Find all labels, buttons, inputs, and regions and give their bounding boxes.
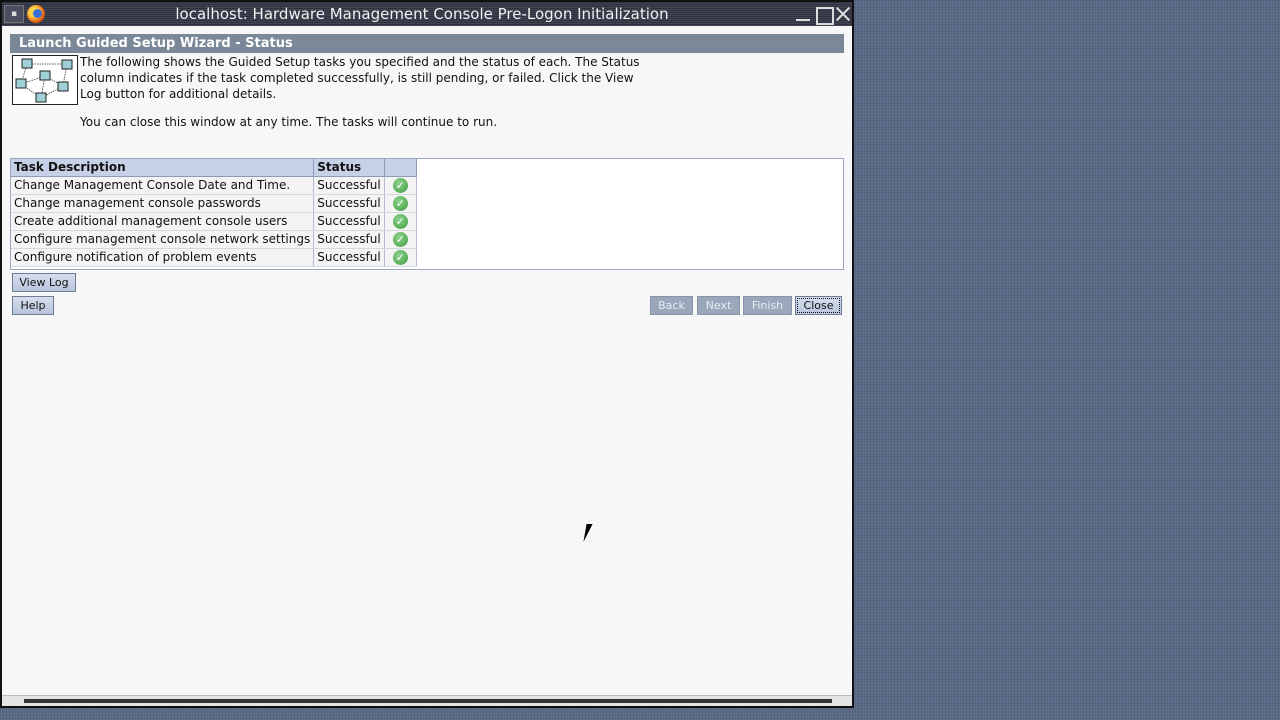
task-table: Task Description Status Change Managemen… bbox=[11, 159, 417, 267]
finish-button[interactable]: Finish bbox=[743, 296, 792, 315]
back-button[interactable]: Back bbox=[650, 296, 693, 315]
maximize-button[interactable] bbox=[814, 5, 834, 25]
task-description: Create additional management console use… bbox=[11, 212, 315, 231]
task-status: Successful bbox=[313, 212, 385, 231]
check-icon: ✓ bbox=[392, 195, 408, 211]
next-button[interactable]: Next bbox=[697, 296, 740, 315]
task-description: Configure notification of problem events bbox=[11, 248, 315, 267]
column-header-task[interactable]: Task Description bbox=[11, 159, 315, 177]
table-row[interactable]: Create additional management console use… bbox=[11, 212, 417, 231]
title-bar[interactable]: ▪ localhost: Hardware Management Console… bbox=[2, 2, 852, 26]
column-header-status[interactable]: Status bbox=[313, 159, 385, 177]
window-title: localhost: Hardware Management Console P… bbox=[175, 5, 669, 23]
network-diagram-icon bbox=[12, 55, 78, 105]
task-status: Successful bbox=[313, 176, 385, 195]
column-header-icon[interactable] bbox=[384, 159, 417, 177]
page-title: Launch Guided Setup Wizard - Status bbox=[10, 34, 844, 53]
table-row[interactable]: Configure notification of problem events… bbox=[11, 248, 417, 267]
task-status: Successful bbox=[313, 248, 385, 267]
table-row[interactable]: Change management console passwords Succ… bbox=[11, 194, 417, 213]
minimize-button[interactable] bbox=[794, 5, 812, 23]
task-description: Configure management console network set… bbox=[11, 230, 315, 249]
check-icon: ✓ bbox=[392, 231, 408, 247]
browser-window: ▪ localhost: Hardware Management Console… bbox=[0, 0, 854, 708]
wizard-description: The following shows the Guided Setup tas… bbox=[80, 55, 640, 101]
table-header-row: Task Description Status bbox=[11, 159, 417, 177]
task-table-container: Task Description Status Change Managemen… bbox=[10, 158, 844, 270]
task-status: Successful bbox=[313, 194, 385, 213]
table-row[interactable]: Change Management Console Date and Time.… bbox=[11, 176, 417, 195]
close-button[interactable]: Close bbox=[795, 296, 842, 315]
close-window-button[interactable] bbox=[834, 5, 852, 23]
table-row[interactable]: Configure management console network set… bbox=[11, 230, 417, 249]
firefox-icon bbox=[27, 5, 45, 23]
horizontal-scrollbar[interactable] bbox=[24, 699, 832, 703]
check-icon: ✓ bbox=[392, 249, 408, 265]
task-description: Change management console passwords bbox=[11, 194, 315, 213]
check-icon: ✓ bbox=[392, 213, 408, 229]
check-icon: ✓ bbox=[392, 177, 408, 193]
view-log-button[interactable]: View Log bbox=[12, 273, 76, 292]
task-description: Change Management Console Date and Time. bbox=[11, 176, 315, 195]
task-status: Successful bbox=[313, 230, 385, 249]
help-button[interactable]: Help bbox=[12, 296, 54, 315]
wizard-note: You can close this window at any time. T… bbox=[80, 115, 498, 129]
window-menu-button[interactable]: ▪ bbox=[4, 5, 24, 23]
